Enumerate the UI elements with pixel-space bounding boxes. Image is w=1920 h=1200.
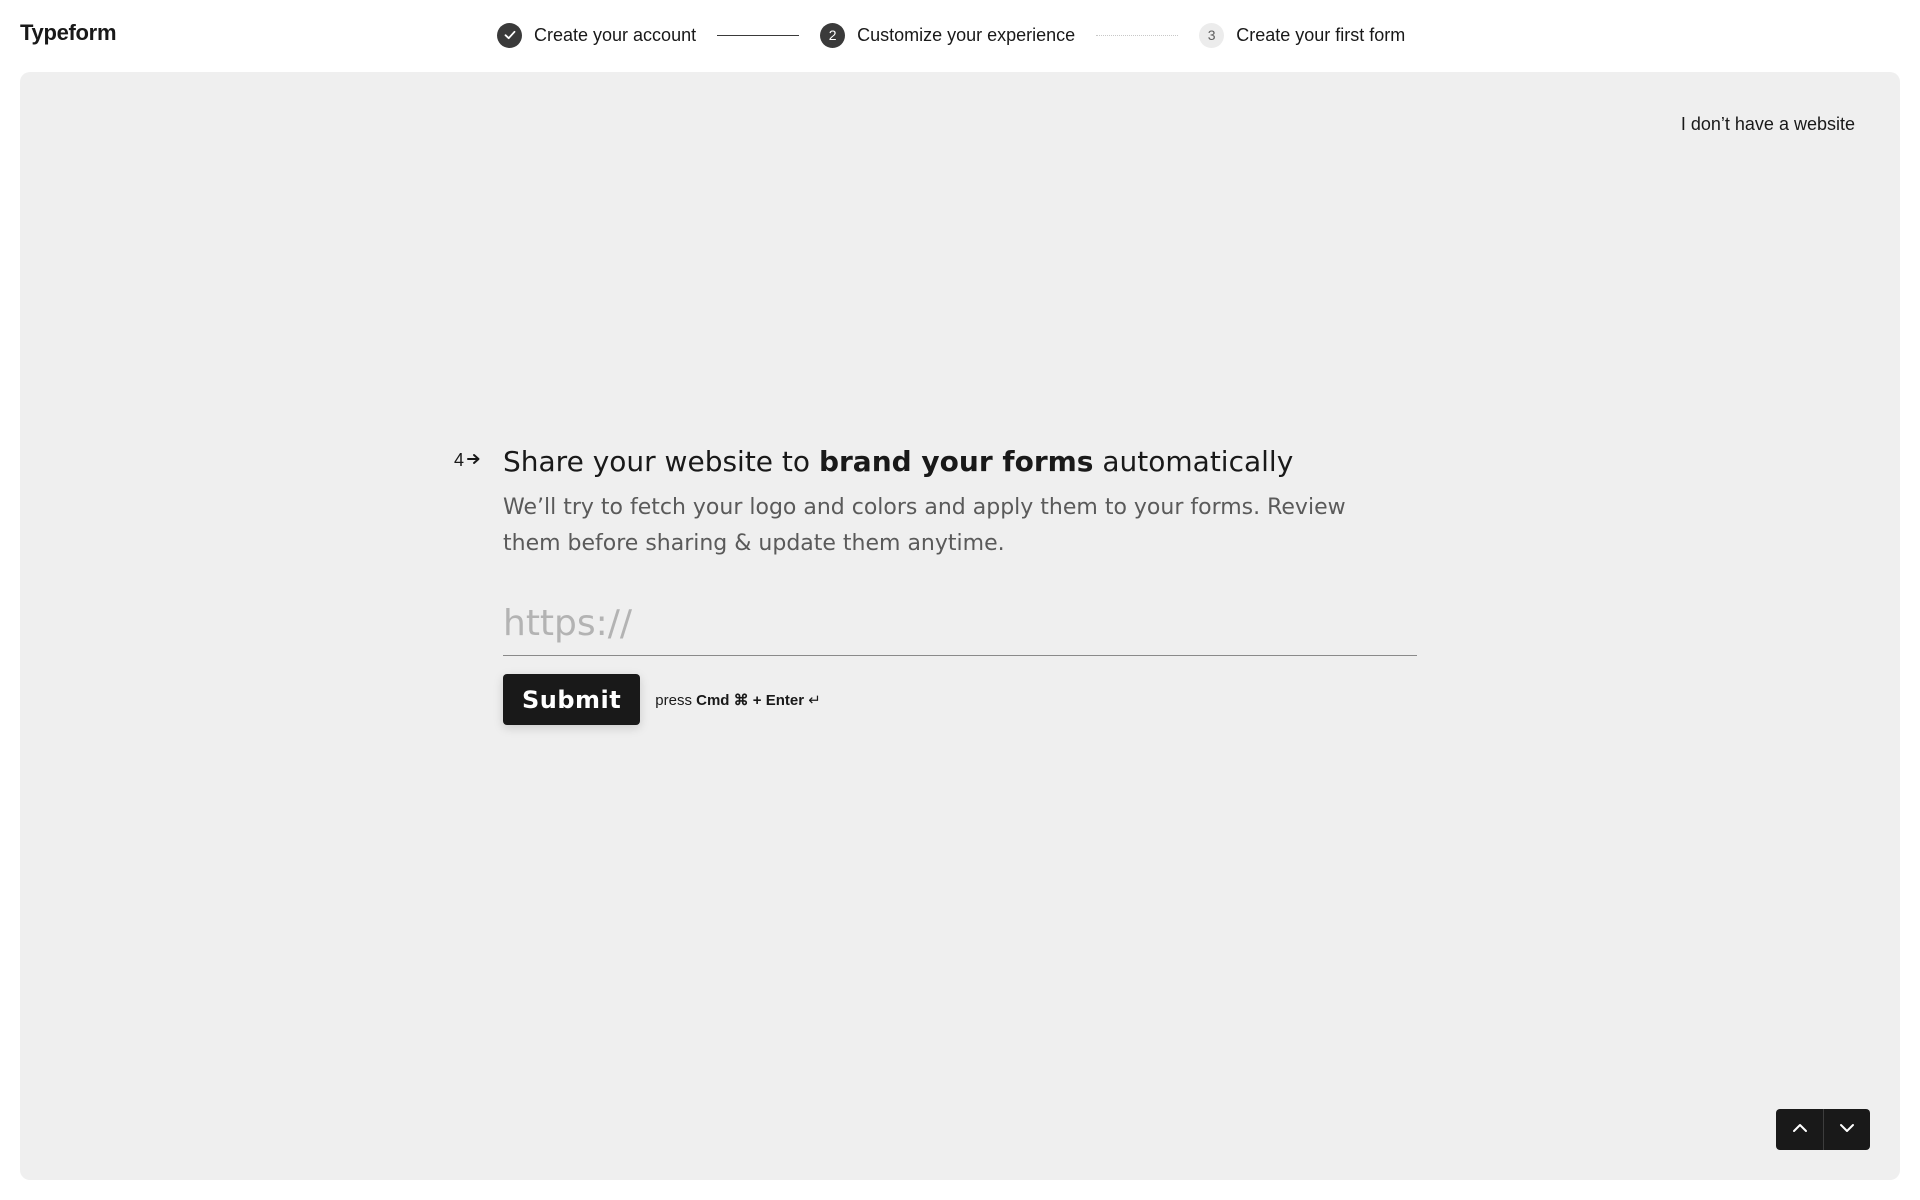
step-label: Create your first form xyxy=(1236,24,1406,45)
arrow-right-icon xyxy=(466,450,482,471)
step-connector-pending xyxy=(1096,34,1179,36)
top-bar: Typeform Create your account 2 Customize… xyxy=(0,0,1920,72)
step-customize-experience: 2 Customize your experience xyxy=(820,22,1076,48)
chevron-up-icon xyxy=(1791,1122,1809,1137)
question-navigation xyxy=(1776,1109,1870,1150)
form-panel: I don’t have a website 4 Share your webs… xyxy=(20,72,1900,1180)
hint-keys: Cmd ⌘ + Enter xyxy=(696,691,805,709)
typeform-logo[interactable]: Typeform xyxy=(20,20,117,46)
question-number: 4 xyxy=(454,450,482,471)
no-website-button[interactable]: I don’t have a website xyxy=(1681,110,1855,139)
onboarding-stepper: Create your account 2 Customize your exp… xyxy=(497,22,1405,48)
step-connector-complete xyxy=(717,34,800,36)
step-create-first-form: 3 Create your first form xyxy=(1199,22,1406,48)
question-description: We’ll try to fetch your logo and colors … xyxy=(503,495,1346,556)
step-create-account: Create your account xyxy=(497,22,697,48)
question-number-value: 4 xyxy=(454,450,465,470)
step-label: Customize your experience xyxy=(857,24,1076,45)
question-title-start: Share your website to xyxy=(503,445,819,478)
question-title-end: automatically xyxy=(1093,445,1294,478)
question-title-bold: brand your forms xyxy=(818,445,1094,478)
step-label: Create your account xyxy=(534,24,697,45)
check-icon xyxy=(497,22,522,48)
website-question: 4 Share your website to brand your forms… xyxy=(454,442,1463,725)
hint-press: press xyxy=(655,691,692,709)
website-url-input[interactable] xyxy=(503,600,1417,656)
enter-key-icon: ↵ xyxy=(808,691,821,709)
previous-question-button[interactable] xyxy=(1776,1109,1823,1150)
step-number-badge: 3 xyxy=(1199,22,1225,48)
question-actions: Submit press Cmd ⌘ + Enter ↵ xyxy=(503,674,1463,725)
chevron-down-icon xyxy=(1838,1122,1856,1137)
question-title: Share your website to brand your forms a… xyxy=(503,442,1463,482)
step-number-badge: 2 xyxy=(820,22,846,48)
keyboard-hint: press Cmd ⌘ + Enter ↵ xyxy=(655,691,821,709)
next-question-button[interactable] xyxy=(1823,1109,1870,1150)
submit-button[interactable]: Submit xyxy=(503,674,641,725)
